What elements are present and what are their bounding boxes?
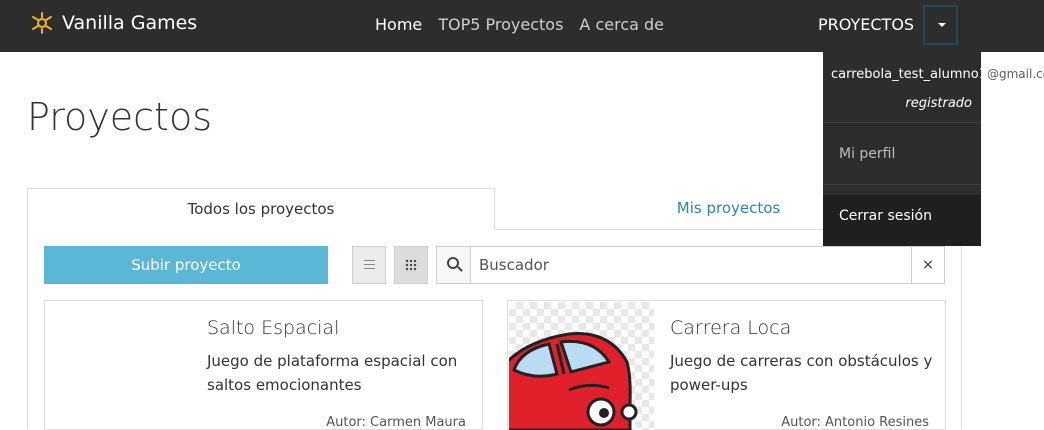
search-icon-handle <box>457 266 463 272</box>
project-description: Juego de plataforma espacial con saltos … <box>207 352 458 394</box>
project-thumbnail <box>509 302 654 430</box>
project-card[interactable]: Salto Espacial Juego de plataforma espac… <box>44 300 483 430</box>
nav-link-home[interactable]: Home <box>375 15 422 34</box>
project-title: Salto Espacial <box>207 317 340 339</box>
upload-project-button[interactable]: Subir proyecto <box>44 246 328 284</box>
brand-name: Vanilla Games <box>62 12 198 34</box>
navbar: Vanilla Games Home TOP5 Proyectos A cerc… <box>0 0 1044 52</box>
project-author: Autor: Carmen Maura <box>326 415 466 430</box>
project-title: Carrera Loca <box>670 317 792 339</box>
user-email: carrebola_test_alumno1@gmail.co <box>831 67 1044 82</box>
menu-item-profile[interactable]: Mi perfil <box>839 146 895 162</box>
search-icon <box>437 247 471 283</box>
dropdown-toggle-button[interactable] <box>923 5 958 45</box>
user-dropdown-menu: carrebola_test_alumno1@gmail.co registra… <box>823 52 1044 246</box>
dropdown-divider <box>823 122 981 123</box>
red-car-image <box>509 332 638 430</box>
page-title: Proyectos <box>27 95 212 139</box>
search-input[interactable] <box>471 247 911 283</box>
grid-view-button[interactable] <box>394 246 428 284</box>
user-email-domain: @gmail.co <box>986 67 1044 81</box>
clear-search-button[interactable]: × <box>911 247 944 283</box>
menu-item-logout[interactable]: Cerrar sesión <box>839 208 932 224</box>
project-card[interactable]: Carrera Loca Juego de carreras con obstá… <box>507 300 946 430</box>
projects-menu[interactable]: PROYECTOS <box>818 15 914 34</box>
user-email-name: carrebola_test_alumno1 <box>831 67 987 82</box>
nav-link-about[interactable]: A cerca de <box>579 15 664 34</box>
brand-logo-icon <box>32 12 52 34</box>
search-box: × <box>436 246 945 284</box>
brand[interactable]: Vanilla Games <box>30 11 197 35</box>
project-description: Juego de carreras con obstáculos y power… <box>670 352 933 394</box>
list-icon <box>364 260 375 269</box>
tab-all-projects[interactable]: Todos los proyectos <box>27 188 495 230</box>
user-status: registrado <box>905 96 972 111</box>
dropdown-divider <box>823 184 981 185</box>
nav-links: Home TOP5 Proyectos A cerca de <box>375 15 664 34</box>
list-view-button[interactable] <box>352 246 386 284</box>
nav-link-top5[interactable]: TOP5 Proyectos <box>438 15 563 34</box>
project-author: Autor: Antonio Resines <box>781 415 929 430</box>
grid-icon <box>405 259 418 272</box>
